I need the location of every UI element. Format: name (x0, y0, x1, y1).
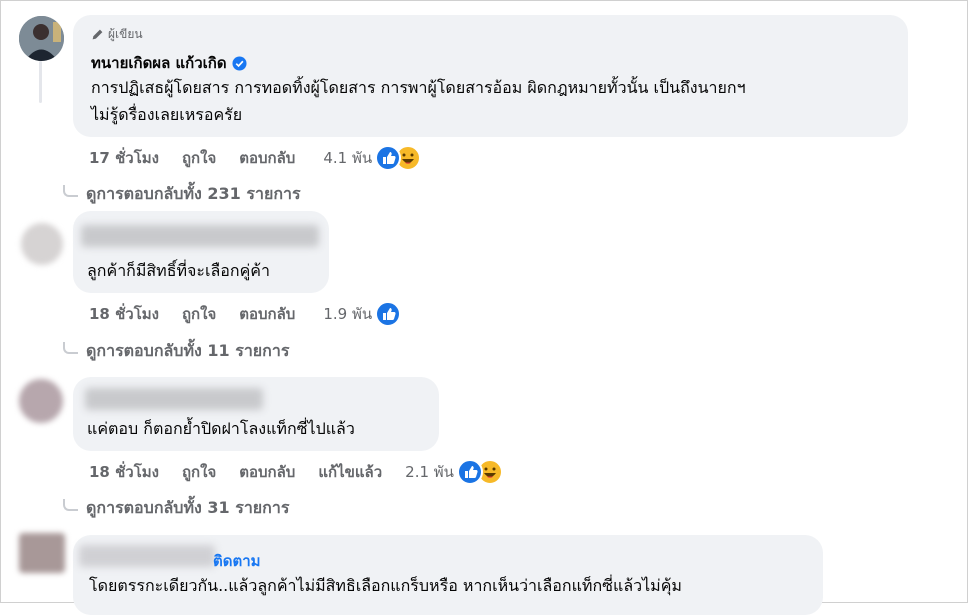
comment-bubble: ผู้เขียน ทนายเกิดผล แก้วเกิด การปฏิเสธผู… (73, 15, 908, 137)
author-badge: ผู้เขียน (91, 25, 143, 44)
author-badge-label: ผู้เขียน (108, 27, 143, 41)
reaction-count[interactable]: 2.1 พัน (405, 460, 454, 484)
comment-panel: ผู้เขียน ทนายเกิดผล แก้วเกิด การปฏิเสธผู… (0, 0, 968, 615)
reply-button[interactable]: ตอบกลับ (239, 302, 295, 326)
pencil-icon (92, 29, 103, 40)
comment-text-line: ลูกค้าก็มีสิทธิ์ที่จะเลือกคู่ค้า (87, 261, 270, 280)
view-replies-text[interactable]: ดูการตอบกลับทั้ง 31 รายการ (86, 496, 289, 521)
reply-button[interactable]: ตอบกลับ (239, 146, 295, 170)
comment-text-line: การปฏิเสธผู้โดยสาร การทอดทิ้งผู้โดยสาร ก… (91, 78, 746, 97)
like-button[interactable]: ถูกใจ (182, 302, 216, 326)
avatar[interactable] (19, 16, 64, 61)
timestamp[interactable]: 17 ชั่วโมง (89, 146, 159, 170)
commenter-name-text[interactable]: ทนายเกิดผล แก้วเกิด (91, 51, 227, 75)
reaction-count[interactable]: 1.9 พัน (323, 302, 372, 326)
avatar-image (19, 16, 64, 61)
avatar[interactable] (19, 379, 63, 423)
comment-text-line: ไม่รู้ดรื่องเลยเหรอครัย (91, 105, 243, 124)
view-replies-text[interactable]: ดูการตอบกลับทั้ง 11 รายการ (86, 339, 289, 364)
comment-actions: 18 ชั่วโมง ถูกใจ ตอบกลับ 1.9 พัน (89, 301, 402, 327)
redacted-name (79, 545, 215, 567)
like-reaction-icon[interactable] (456, 459, 483, 485)
like-reaction-icon[interactable] (375, 145, 402, 171)
comment-text-line: แค่ตอบ ก็ตอกย้ำปิดฝาโลงแท็กซี่ไปแล้ว (87, 419, 355, 438)
reaction-count[interactable]: 4.1 พัน (323, 146, 372, 170)
comment-actions: 17 ชั่วโมง ถูกใจ ตอบกลับ 4.1 พัน (89, 145, 444, 171)
comment-bubble: ลูกค้าก็มีสิทธิ์ที่จะเลือกคู่ค้า (73, 211, 329, 293)
comment-text-line: โดยตรรกะเดียวกัน..แล้วลูกค้าไม่มีสิทธิเล… (89, 576, 682, 595)
reply-connector (63, 341, 78, 354)
redacted-name (85, 388, 263, 410)
view-replies-link[interactable]: ดูการตอบกลับทั้ง 31 รายการ (63, 496, 289, 521)
timestamp[interactable]: 18 ชั่วโมง (89, 302, 159, 326)
like-reaction-icon[interactable] (375, 301, 402, 327)
timestamp[interactable]: 18 ชั่วโมง (89, 460, 159, 484)
redacted-name (81, 225, 319, 247)
thread-line (39, 61, 42, 103)
comment-bubble: แค่ตอบ ก็ตอกย้ำปิดฝาโลงแท็กซี่ไปแล้ว (73, 377, 439, 451)
like-button[interactable]: ถูกใจ (182, 460, 216, 484)
reply-button[interactable]: ตอบกลับ (239, 460, 295, 484)
avatar[interactable] (21, 223, 63, 265)
reply-connector (63, 498, 78, 511)
like-button[interactable]: ถูกใจ (182, 146, 216, 170)
view-replies-text[interactable]: ดูการตอบกลับทั้ง 231 รายการ (86, 182, 301, 207)
verified-badge-icon (232, 55, 247, 71)
edited-label[interactable]: แก้ไขแล้ว (318, 460, 382, 484)
comment-bubble: ติดตาม โดยตรรกะเดียวกัน..แล้วลูกค้าไม่มี… (73, 535, 823, 615)
commenter-name[interactable]: ทนายเกิดผล แก้วเกิด (91, 51, 247, 75)
view-replies-link[interactable]: ดูการตอบกลับทั้ง 231 รายการ (63, 182, 301, 207)
avatar[interactable] (19, 533, 65, 573)
view-replies-link[interactable]: ดูการตอบกลับทั้ง 11 รายการ (63, 339, 289, 364)
comment-actions: 18 ชั่วโมง ถูกใจ ตอบกลับ แก้ไขแล้ว 2.1 พ… (89, 459, 526, 485)
follow-button[interactable]: ติดตาม (213, 549, 261, 573)
reply-connector (63, 184, 78, 197)
